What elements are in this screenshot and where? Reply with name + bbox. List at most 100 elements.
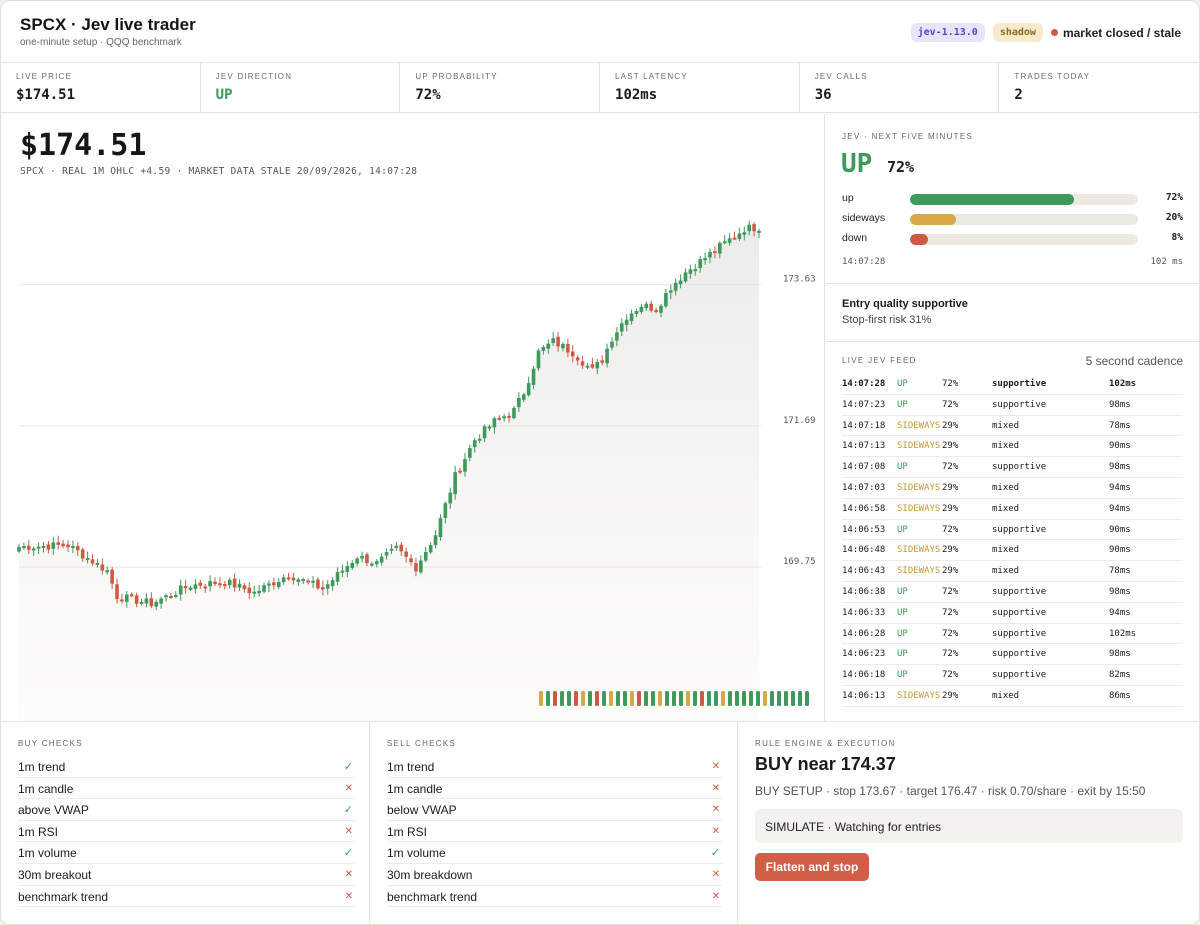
- feed-row: 14:06:13 SIDEWAYS 29% mixed 86ms: [842, 686, 1183, 707]
- signal-strip-bar: [651, 691, 655, 706]
- candle-body: [639, 306, 644, 312]
- probability-name: sideways: [842, 212, 886, 224]
- candle-body: [291, 577, 296, 581]
- check-row: 30m breakdown ✕: [387, 864, 722, 886]
- execution-status: SIMULATE · Watching for entries: [755, 809, 1183, 843]
- stat-up-probability: UP PROBABILITY 72%: [400, 63, 601, 112]
- feed-time: 14:07:03: [842, 482, 886, 493]
- candle-body: [262, 585, 266, 592]
- feed-latency: 102ms: [1109, 628, 1137, 639]
- check-name: benchmark trend: [387, 889, 478, 904]
- candle-body: [301, 579, 306, 582]
- signal-strip-bar: [644, 691, 648, 706]
- feed-direction: UP: [897, 586, 908, 597]
- check-row: 1m candle ✕: [18, 778, 355, 800]
- candle-body: [193, 584, 198, 589]
- signal-strip-bar: [679, 691, 683, 706]
- feed-time: 14:07:08: [842, 462, 886, 473]
- candle-body: [95, 562, 100, 565]
- check-pass-icon: ✓: [343, 847, 353, 860]
- price-chart-panel: 169.75 171.69 173.63 $174.51 SPCX · REAL 1…: [1, 114, 825, 721]
- check-name: benchmark trend: [18, 889, 109, 904]
- candle-body: [61, 543, 65, 547]
- feed-row: 14:06:33 UP 72% supportive 94ms: [842, 603, 1183, 624]
- candle-body: [237, 583, 242, 588]
- candle-body: [227, 579, 232, 586]
- candle-body: [276, 582, 281, 588]
- feed-latency: 98ms: [1109, 586, 1131, 597]
- candle-body: [27, 545, 31, 550]
- candle-body: [722, 241, 727, 244]
- candle-body: [649, 303, 653, 311]
- candle-body: [546, 343, 551, 349]
- feed-row: 14:07:08 UP 72% supportive 98ms: [842, 457, 1183, 478]
- feed-probability: 72%: [942, 607, 959, 618]
- flatten-and-stop-button[interactable]: Flatten and stop: [755, 853, 869, 881]
- check-row: 1m RSI ✕: [18, 821, 355, 843]
- candle-body: [698, 259, 702, 268]
- candle-body: [497, 417, 502, 420]
- check-name: 1m candle: [387, 781, 443, 796]
- feed-quality: supportive: [992, 524, 1047, 535]
- check-row: 1m volume ✓: [18, 842, 355, 864]
- signal-strip-bar: [672, 691, 676, 706]
- feed-time: 14:07:23: [842, 399, 886, 410]
- feed-label: LIVE JEV FEED: [842, 356, 917, 365]
- candle-body: [517, 398, 521, 408]
- probability-row-down: down 8%: [842, 232, 1183, 246]
- check-row: below VWAP ✕: [387, 799, 722, 821]
- candle-body: [713, 251, 717, 254]
- feed-latency: 90ms: [1109, 524, 1131, 535]
- candle-body: [198, 582, 203, 586]
- candle-body: [31, 548, 36, 551]
- feed-probability: 29%: [942, 545, 959, 556]
- feed-row: 14:07:13 SIDEWAYS 29% mixed 90ms: [842, 436, 1183, 458]
- signal-strip-bar: [553, 691, 557, 706]
- feed-quality: mixed: [992, 690, 1020, 701]
- feed-quality: mixed: [992, 545, 1020, 556]
- candlestick-chart[interactable]: 169.75 171.69 173.63: [1, 114, 825, 721]
- entry-quality-title: Entry quality supportive: [842, 298, 968, 310]
- candle-body: [590, 364, 595, 368]
- stat-label: JEV CALLS: [814, 72, 868, 81]
- signal-strip-bar: [791, 691, 795, 706]
- candle-body: [178, 585, 183, 595]
- probability-fill: [910, 214, 956, 225]
- signal-strip-bar: [784, 691, 788, 706]
- feed-direction: SIDEWAYS: [897, 503, 941, 514]
- candle-body: [664, 293, 668, 307]
- feed-time: 14:06:33: [842, 607, 886, 618]
- feed-row: 14:07:18 SIDEWAYS 29% mixed 78ms: [842, 416, 1183, 437]
- stat-label: LIVE PRICE: [16, 72, 73, 81]
- candle-body: [414, 563, 418, 572]
- candle-body: [306, 580, 310, 583]
- check-fail-icon: ✕: [344, 782, 353, 794]
- feed-direction: UP: [897, 628, 908, 639]
- candle-body: [154, 601, 159, 607]
- candle-body: [335, 571, 340, 582]
- candle-body: [296, 579, 301, 582]
- candle-body: [286, 577, 291, 580]
- signal-strip-bar: [539, 691, 543, 706]
- candle-body: [703, 258, 707, 261]
- candle-body: [688, 269, 693, 274]
- feed-direction: SIDEWAYS: [897, 420, 941, 431]
- signal-strip-bar: [700, 691, 704, 706]
- candle-body: [526, 383, 531, 396]
- feed-probability: 72%: [942, 524, 959, 535]
- feed-direction: UP: [897, 462, 908, 473]
- feed-row: 14:06:23 UP 72% supportive 98ms: [842, 644, 1183, 666]
- feed-row: 14:06:18 UP 72% supportive 82ms: [842, 665, 1183, 686]
- candle-body: [482, 426, 487, 439]
- candle-body: [634, 311, 639, 314]
- engine-label: RULE ENGINE & EXECUTION: [755, 739, 896, 748]
- candle-body: [619, 323, 624, 332]
- feed-time: 14:06:38: [842, 586, 886, 597]
- candle-body: [742, 232, 747, 235]
- stat-value: 102ms: [615, 87, 658, 103]
- feed-direction: UP: [897, 607, 908, 618]
- feed-row: 14:07:23 UP 72% supportive 98ms: [842, 395, 1183, 416]
- probability-track: [910, 234, 1138, 245]
- stat-jev-calls: JEV CALLS 36: [800, 63, 1000, 112]
- candle-body: [423, 551, 428, 561]
